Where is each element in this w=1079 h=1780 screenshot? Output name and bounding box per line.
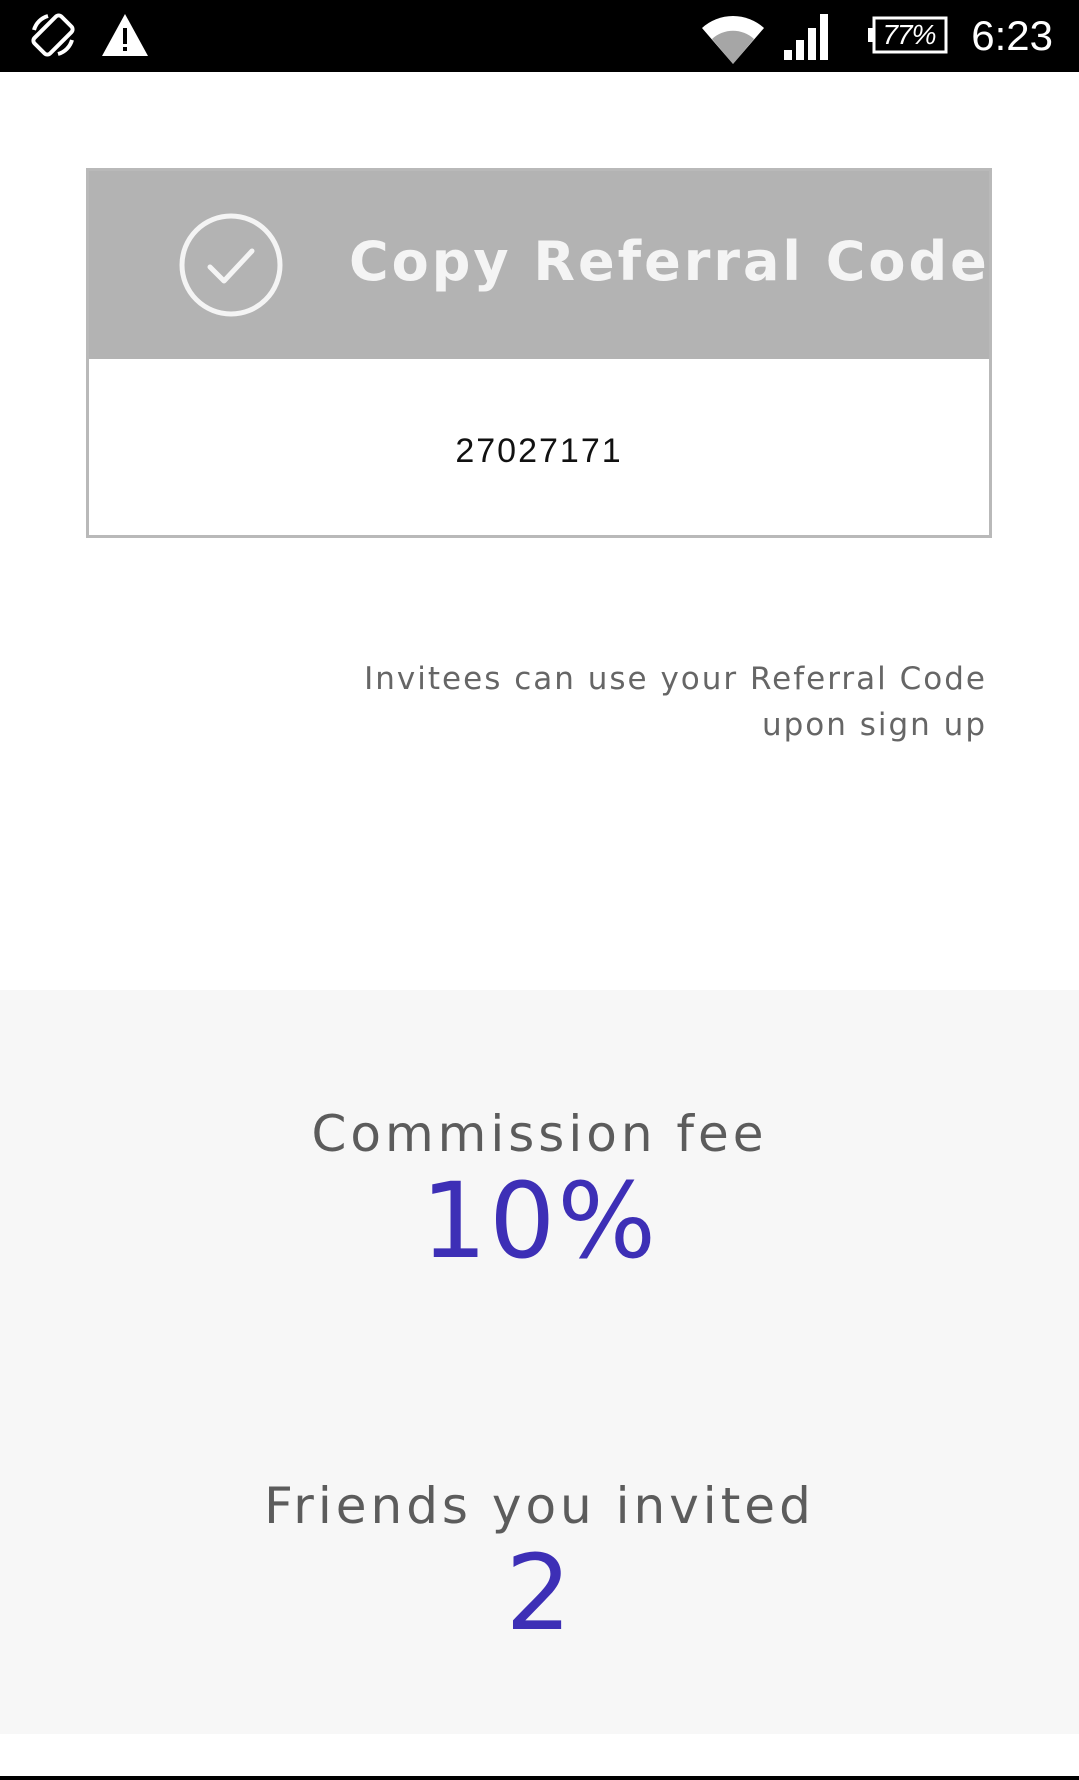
hint-line-2: upon sign up — [761, 707, 987, 743]
referral-code-value: 27027171 — [455, 432, 623, 470]
commission-fee-value: 10% — [420, 1160, 659, 1282]
status-bar: 77% 6:23 — [0, 0, 1079, 72]
navigation-bar-edge — [0, 1776, 1079, 1780]
screen-rotation-icon — [31, 13, 75, 57]
warning-icon — [102, 14, 148, 56]
cell-signal-icon — [784, 14, 828, 60]
clock: 6:23 — [971, 12, 1053, 59]
hint-line-1: Invitees can use your Referral Code — [364, 661, 987, 697]
wifi-icon — [702, 15, 764, 65]
friends-invited-label: Friends you invited — [264, 1477, 815, 1535]
friends-invited-value: 2 — [505, 1532, 574, 1654]
copy-button-label: Copy Referral Code — [349, 230, 990, 293]
battery-percent: 77% — [882, 19, 936, 50]
copy-referral-code-button[interactable]: Copy Referral Code — [89, 171, 989, 359]
referral-card: Copy Referral Code 27027171 — [86, 168, 992, 538]
check-circle-icon — [179, 213, 283, 317]
referral-hint: Invitees can use your Referral Code upon… — [287, 656, 987, 748]
stats-panel: Commission fee 10% Friends you invited 2 — [0, 990, 1079, 1734]
commission-fee-label: Commission fee — [311, 1105, 768, 1163]
